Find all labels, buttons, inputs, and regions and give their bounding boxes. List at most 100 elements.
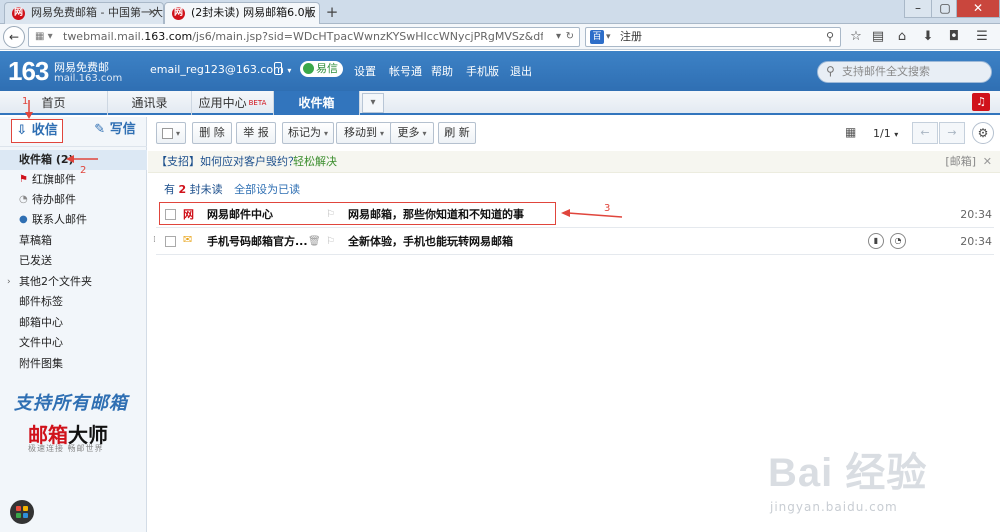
home-icon[interactable]: ⌂: [892, 27, 912, 47]
mobile-link[interactable]: 手机版: [466, 63, 499, 79]
more-button[interactable]: 更多 ▾: [390, 122, 434, 144]
download-icon[interactable]: ⬇: [918, 27, 938, 47]
browser-search-box[interactable]: 百 ▾ 注册 ⚲: [585, 27, 841, 47]
sidebar-item-file-center[interactable]: 文件中心: [0, 333, 147, 353]
account-link[interactable]: 帐号通: [389, 63, 422, 79]
receive-mail-button[interactable]: ⇩ 收信: [11, 119, 63, 143]
music-icon[interactable]: ♫: [972, 93, 990, 111]
close-icon[interactable]: ✕: [983, 151, 992, 173]
reading-list-icon[interactable]: ▤: [868, 27, 888, 47]
annotation-step-3: 3: [604, 203, 611, 214]
mail-subject[interactable]: 全新体验，手机也能玩转网易邮箱: [348, 228, 513, 255]
table-row[interactable]: ⁞ ✉ 手机号码邮箱官方... 🗑 ⚐ 全新体验，手机也能玩转网易邮箱 ▮ ◔ …: [153, 228, 994, 255]
promo-slogan[interactable]: 支持所有邮箱: [14, 389, 128, 415]
red-flag-icon: ⚑: [19, 174, 28, 185]
logo-domain: mail.163.com: [54, 73, 123, 84]
sidebar-item-mail-center[interactable]: 邮箱中心: [0, 313, 147, 333]
annotation-step-1: 1: [22, 96, 29, 107]
site-identity-icon[interactable]: ▦ ▾: [35, 31, 57, 43]
move-to-button[interactable]: 移动到 ▾: [336, 122, 392, 144]
bookmark-icon[interactable]: ▮: [868, 233, 884, 249]
close-tab-icon[interactable]: ✕: [304, 3, 313, 23]
refresh-button[interactable]: 刷 新: [438, 122, 476, 144]
close-window-button[interactable]: ✕: [956, 0, 1000, 18]
baidu-watermark: Bai 经验: [768, 451, 928, 495]
write-mail-button[interactable]: ✎ 写信: [90, 119, 140, 143]
new-tab-button[interactable]: +: [322, 3, 342, 21]
back-button[interactable]: ←: [3, 26, 25, 48]
tab-app-center[interactable]: 应用中心 BETA: [192, 91, 274, 115]
chevron-down-icon: ▾: [422, 129, 427, 138]
tip-link[interactable]: 【支招】如何应对客户毁约？: [156, 151, 299, 173]
menu-icon[interactable]: ☰: [972, 27, 992, 47]
beta-badge: BETA: [248, 99, 267, 107]
apps-grid-icon[interactable]: [10, 500, 34, 524]
chevron-right-icon[interactable]: ›: [7, 272, 11, 292]
bookmark-star-icon[interactable]: ☆: [846, 27, 866, 47]
select-all-checkbox[interactable]: ▾: [156, 122, 186, 144]
search-icon: ⚲: [826, 64, 835, 78]
yixin-button[interactable]: 易信: [300, 61, 343, 77]
url-dropdown-icon[interactable]: ▾: [556, 28, 561, 46]
compose-row: ⇩ 收信 ✎ 写信: [0, 117, 147, 147]
maximize-window-button[interactable]: ▢: [931, 0, 959, 18]
user-email[interactable]: email_reg123@163.com ▾: [150, 63, 291, 76]
settings-link[interactable]: 设置: [354, 63, 376, 79]
mail-toolbar: ▾ 删 除 举 报 标记为 ▾ 移动到 ▾ 更多 ▾ 刷 新 ▦ 1/1 ▾ ← → …: [148, 117, 1000, 149]
chevron-down-icon[interactable]: ▾: [176, 129, 180, 138]
logout-link[interactable]: 退出: [510, 63, 532, 79]
sidebar-item-sent[interactable]: 已发送: [0, 251, 147, 271]
clock-icon[interactable]: ◔: [890, 233, 906, 249]
mark-as-button[interactable]: 标记为 ▾: [282, 122, 334, 144]
chevron-down-icon: ▾: [323, 129, 328, 138]
page-indicator[interactable]: 1/1 ▾: [873, 127, 898, 140]
tab-contacts[interactable]: 通讯录: [108, 91, 192, 115]
trash-icon[interactable]: 🗑: [308, 228, 321, 255]
minimize-window-button[interactable]: –: [904, 0, 932, 18]
row-checkbox[interactable]: [165, 236, 176, 247]
gear-icon[interactable]: ⚙: [972, 122, 994, 144]
unread-summary: 有 2 封未读 全部设为已读: [164, 183, 301, 196]
search-engine-icon[interactable]: 百: [590, 30, 604, 44]
tab-dropdown-button[interactable]: ▾: [362, 93, 384, 113]
mail-sender[interactable]: 手机号码邮箱官方...: [207, 228, 308, 255]
next-page-button[interactable]: →: [939, 122, 965, 144]
unread-count[interactable]: 2: [179, 183, 187, 196]
tip-solve-link[interactable]: 轻松解决: [293, 151, 337, 173]
pocket-icon[interactable]: ◘: [944, 27, 964, 47]
tip-separator: ·: [281, 155, 285, 168]
delete-button[interactable]: 删 除: [192, 122, 232, 144]
sidebar-item-other-folders[interactable]: › 其他2个文件夹: [0, 272, 147, 292]
browser-tab-inbox[interactable]: 网 (2封未读) 网易邮箱6.0版 ✕: [164, 2, 320, 25]
checkbox[interactable]: [161, 127, 173, 139]
engine-dropdown-icon[interactable]: ▾: [606, 28, 611, 46]
chevron-down-icon: ▾: [287, 66, 292, 75]
calendar-icon[interactable]: ▦: [845, 125, 856, 139]
prev-page-button[interactable]: ←: [912, 122, 938, 144]
browser-tab-bar: 网 网易免费邮箱 - 中国第一大... ✕ 网 (2封未读) 网易邮箱6.0版 …: [0, 0, 1000, 25]
tab-home[interactable]: 首页: [0, 91, 108, 115]
browser-tab-netease-home[interactable]: 网 网易免费邮箱 - 中国第一大... ✕: [4, 2, 164, 24]
drag-handle-icon[interactable]: ⁞: [153, 235, 156, 245]
tab-inbox[interactable]: 收件箱: [274, 91, 360, 115]
reload-icon[interactable]: ↻: [566, 28, 574, 46]
report-button[interactable]: 举 报: [236, 122, 276, 144]
sidebar-item-labels[interactable]: 邮件标签: [0, 292, 147, 312]
flag-icon[interactable]: ⚐: [326, 228, 335, 255]
search-icon[interactable]: ⚲: [826, 28, 834, 46]
sidebar-item-todo[interactable]: ◔ 待办邮件: [0, 190, 147, 210]
close-tab-icon[interactable]: ✕: [148, 3, 157, 23]
sidebar-item-drafts[interactable]: 草稿箱: [0, 231, 147, 251]
sidebar-item-red-flag[interactable]: ⚑ 红旗邮件: [0, 170, 147, 190]
chevron-down-icon: ▾: [894, 130, 899, 139]
help-link[interactable]: 帮助: [431, 63, 453, 79]
mark-all-read-link[interactable]: 全部设为已读: [234, 183, 300, 196]
sidebar-item-attachments[interactable]: 附件图集: [0, 354, 147, 374]
address-bar[interactable]: ▦ ▾ twebmail.mail.163.com/js6/main.jsp?s…: [28, 27, 580, 47]
phone-icon[interactable]: [274, 62, 282, 75]
logo-163[interactable]: 163: [8, 56, 49, 87]
sidebar-item-contacts-mail[interactable]: ● 联系人邮件: [0, 210, 147, 230]
search-placeholder: 支持邮件全文搜索: [842, 65, 930, 78]
mail-search-input[interactable]: ⚲ 支持邮件全文搜索: [817, 61, 992, 83]
sidebar-item-inbox[interactable]: 收件箱 (2): [0, 150, 147, 170]
